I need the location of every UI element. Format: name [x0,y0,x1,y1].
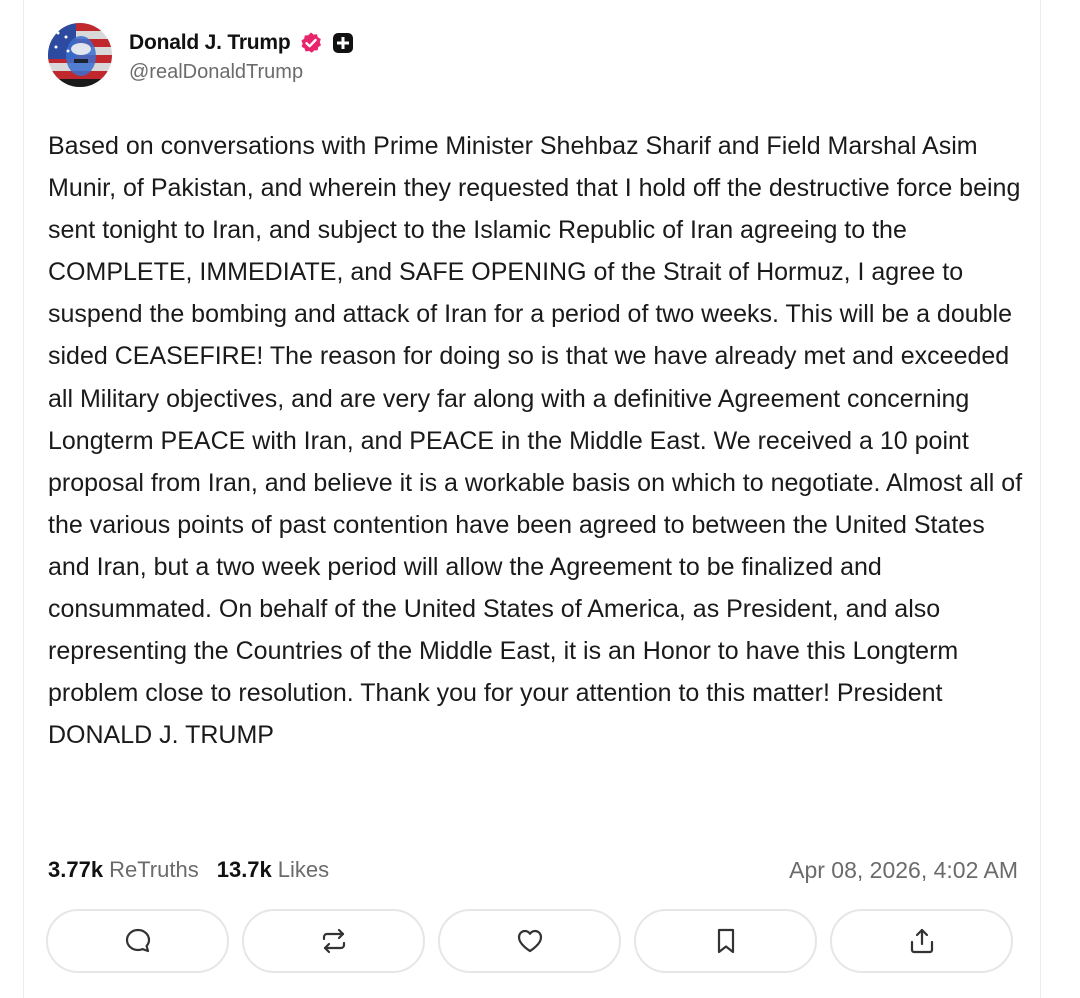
retruth-button[interactable] [242,909,425,973]
reply-icon [125,928,150,953]
retruth-icon [322,928,345,954]
like-button[interactable] [438,909,621,973]
author-display-name[interactable]: Donald J. Trump [129,31,291,55]
retruths-count[interactable]: 3.77k [48,857,103,883]
post-text: Based on conversations with Prime Minist… [48,132,1023,750]
retruths-label[interactable]: ReTruths [109,857,199,883]
avatar[interactable] [48,23,112,87]
share-button[interactable] [830,909,1013,973]
post-card: Donald J. Trump @realDonaldTrump Based o… [23,0,1041,998]
avatar-image [48,23,112,87]
post-header: Donald J. Trump @realDonaldTrump [48,22,354,88]
bookmark-button[interactable] [634,909,817,973]
verified-badge-icon [299,31,323,55]
post-timestamp[interactable]: Apr 08, 2026, 4:02 AM [789,857,1018,884]
plus-badge-icon [332,32,354,54]
share-icon [910,928,933,954]
action-bar [46,909,1013,973]
reply-button[interactable] [46,909,229,973]
name-row: Donald J. Trump [129,27,354,59]
bookmark-icon [717,928,734,954]
author-block: Donald J. Trump @realDonaldTrump [129,27,354,84]
post-stats: 3.77k ReTruths 13.7k Likes Apr 08, 2026,… [48,853,1018,887]
like-icon [517,929,542,953]
likes-label[interactable]: Likes [278,857,329,883]
likes-count[interactable]: 13.7k [217,857,272,883]
author-handle[interactable]: @realDonaldTrump [129,61,354,84]
